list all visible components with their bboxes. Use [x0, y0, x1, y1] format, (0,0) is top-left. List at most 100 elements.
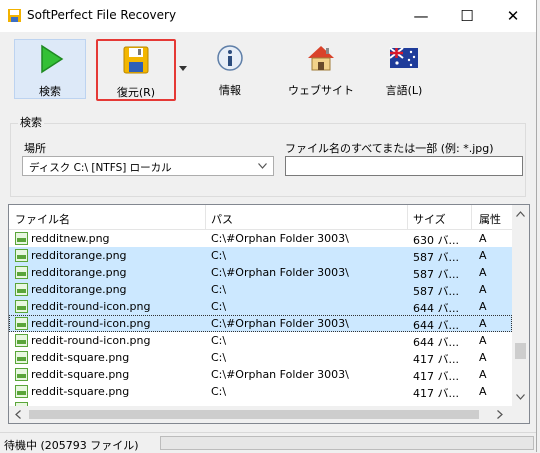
cell-attributes: A: [479, 385, 487, 398]
restore-button-label: 復元(R): [116, 86, 156, 99]
cell-path: C:\: [211, 300, 227, 313]
cell-filename: reddit-square.png: [31, 368, 130, 381]
status-bar: 待機中 (205793 ファイル): [0, 432, 536, 453]
floppy-disk-icon: [123, 46, 149, 74]
cell-size: 417 バ...: [413, 387, 459, 400]
progress-bar: [160, 436, 534, 450]
cell-size: 587 バ...: [413, 268, 459, 281]
cell-filename: reddit-square.png: [31, 385, 130, 398]
maximize-button[interactable]: ☐: [444, 0, 490, 32]
cell-attributes: A: [479, 334, 487, 347]
home-icon: [308, 46, 334, 71]
cell-attributes: A: [479, 232, 487, 245]
table-row[interactable]: redditnew.png C:\#Orphan Folder 3003\ 630 …: [9, 230, 512, 247]
cell-attributes: A: [479, 266, 487, 279]
scroll-left-arrow-icon[interactable]: [15, 410, 21, 419]
png-file-icon: [15, 249, 28, 262]
cell-attributes: A: [479, 249, 487, 262]
info-button-label: 情報: [219, 84, 241, 97]
table-row[interactable]: reddit-round-icon.png C:\ 644 バ... A: [9, 332, 512, 349]
australia-flag-icon: [389, 47, 418, 68]
filename-input[interactable]: [285, 156, 523, 176]
cell-path: C:\#Orphan Folder 3003\: [211, 368, 349, 381]
cell-filename: redditorange.png: [31, 266, 127, 279]
scroll-down-arrow-icon[interactable]: [516, 394, 525, 400]
cell-filename: reddit-round-icon.png: [31, 300, 151, 313]
cell-size: 644 バ...: [413, 319, 459, 332]
column-header-attributes[interactable]: 属性: [479, 211, 501, 227]
column-header-path[interactable]: パス: [211, 211, 233, 227]
app-window: SoftPerfect File Recovery — ☐ ✕ 検索 復元(R): [0, 0, 537, 453]
column-divider[interactable]: [471, 205, 472, 229]
info-icon: [217, 45, 243, 71]
minimize-button[interactable]: —: [398, 0, 444, 32]
table-row[interactable]: reddit-square.png C:\ 417 バ... A: [9, 349, 512, 366]
location-label: 場所: [24, 142, 46, 155]
cell-filename: redditorange.png: [31, 283, 127, 296]
close-button[interactable]: ✕: [490, 0, 536, 32]
file-list-header: ファイル名 パス サイズ 属性: [9, 205, 512, 230]
cell-attributes: A: [479, 351, 487, 364]
language-button[interactable]: 言語(L): [374, 39, 434, 97]
png-file-icon: [15, 232, 28, 245]
png-file-icon: [15, 385, 28, 398]
search-button[interactable]: 検索: [14, 39, 86, 99]
cell-size: 417 バ...: [413, 353, 459, 366]
cell-attributes: A: [479, 368, 487, 381]
cell-size: 644 バ...: [413, 302, 459, 315]
cell-size: 630 バ...: [413, 234, 459, 247]
table-row[interactable]: redditorange.png C:\ 587 バ... A: [9, 281, 512, 298]
png-file-icon: [15, 368, 28, 381]
png-file-icon: [15, 317, 28, 330]
png-file-icon: [15, 266, 28, 279]
cell-path: C:\#Orphan Folder 3003\: [211, 232, 349, 245]
cell-path: C:\: [211, 385, 227, 398]
cell-path: C:\: [211, 249, 227, 262]
column-header-size[interactable]: サイズ: [413, 211, 446, 227]
search-group: 検索 場所 ディスク C:\ [NTFS] ローカル ファイル名のすべてまたは一…: [8, 114, 528, 198]
cell-filename: redditnew.png: [31, 232, 110, 245]
vertical-scrollbar[interactable]: [512, 205, 529, 406]
table-row[interactable]: reddit-square.png C:\#Orphan Folder 3003\…: [9, 366, 512, 383]
horizontal-scrollbar[interactable]: [9, 406, 512, 423]
window-title: SoftPerfect File Recovery: [27, 8, 177, 22]
vertical-scroll-thumb[interactable]: [515, 343, 526, 359]
restore-button[interactable]: 復元(R): [96, 39, 176, 101]
scroll-right-arrow-icon[interactable]: [497, 410, 503, 419]
column-header-filename[interactable]: ファイル名: [15, 211, 70, 227]
png-file-icon: [15, 334, 28, 347]
png-file-icon: [15, 283, 28, 296]
column-divider[interactable]: [407, 205, 408, 229]
title-bar: SoftPerfect File Recovery — ☐ ✕: [0, 0, 536, 32]
table-row[interactable]: redditorange.png C:\#Orphan Folder 3003\ 5…: [9, 264, 512, 281]
location-select[interactable]: ディスク C:\ [NTFS] ローカル: [22, 156, 274, 176]
cell-size: 587 バ...: [413, 285, 459, 298]
table-row[interactable]: reddit-round-icon.png C:\#Orphan Folder 3…: [9, 315, 512, 332]
app-icon: [8, 9, 21, 22]
cell-filename: reddit-square.png: [31, 351, 130, 364]
cell-attributes: A: [479, 300, 487, 313]
cell-filename: redditorange.png: [31, 249, 127, 262]
cell-size: 417 バ...: [413, 370, 459, 383]
info-button[interactable]: 情報: [198, 39, 262, 97]
png-file-icon: [15, 300, 28, 313]
png-file-icon: [15, 351, 28, 364]
restore-dropdown-arrow-icon[interactable]: [178, 63, 188, 73]
filename-label: ファイル名のすべてまたは一部 (例: *.jpg): [285, 142, 494, 155]
horizontal-scroll-thumb[interactable]: [29, 410, 479, 419]
cell-filename: reddit-round-icon.png: [31, 334, 151, 347]
chevron-down-icon: [258, 163, 267, 169]
table-row[interactable]: reddit-square.png C:\ 417 バ... A: [9, 383, 512, 400]
table-row[interactable]: reddit-round-icon.png C:\ 644 バ... A: [9, 298, 512, 315]
website-button-label: ウェブサイト: [288, 84, 354, 97]
cell-size: 644 バ...: [413, 336, 459, 349]
cell-attributes: A: [479, 283, 487, 296]
file-list[interactable]: ファイル名 パス サイズ 属性 redditnew.png C:\#Orphan …: [8, 204, 530, 424]
cell-size: 587 バ...: [413, 251, 459, 264]
table-row[interactable]: redditorange.png C:\ 587 バ... A: [9, 247, 512, 264]
cell-path: C:\: [211, 351, 227, 364]
column-divider[interactable]: [205, 205, 206, 229]
scroll-up-arrow-icon[interactable]: [516, 211, 525, 217]
website-button[interactable]: ウェブサイト: [278, 39, 364, 97]
cell-path: C:\: [211, 283, 227, 296]
